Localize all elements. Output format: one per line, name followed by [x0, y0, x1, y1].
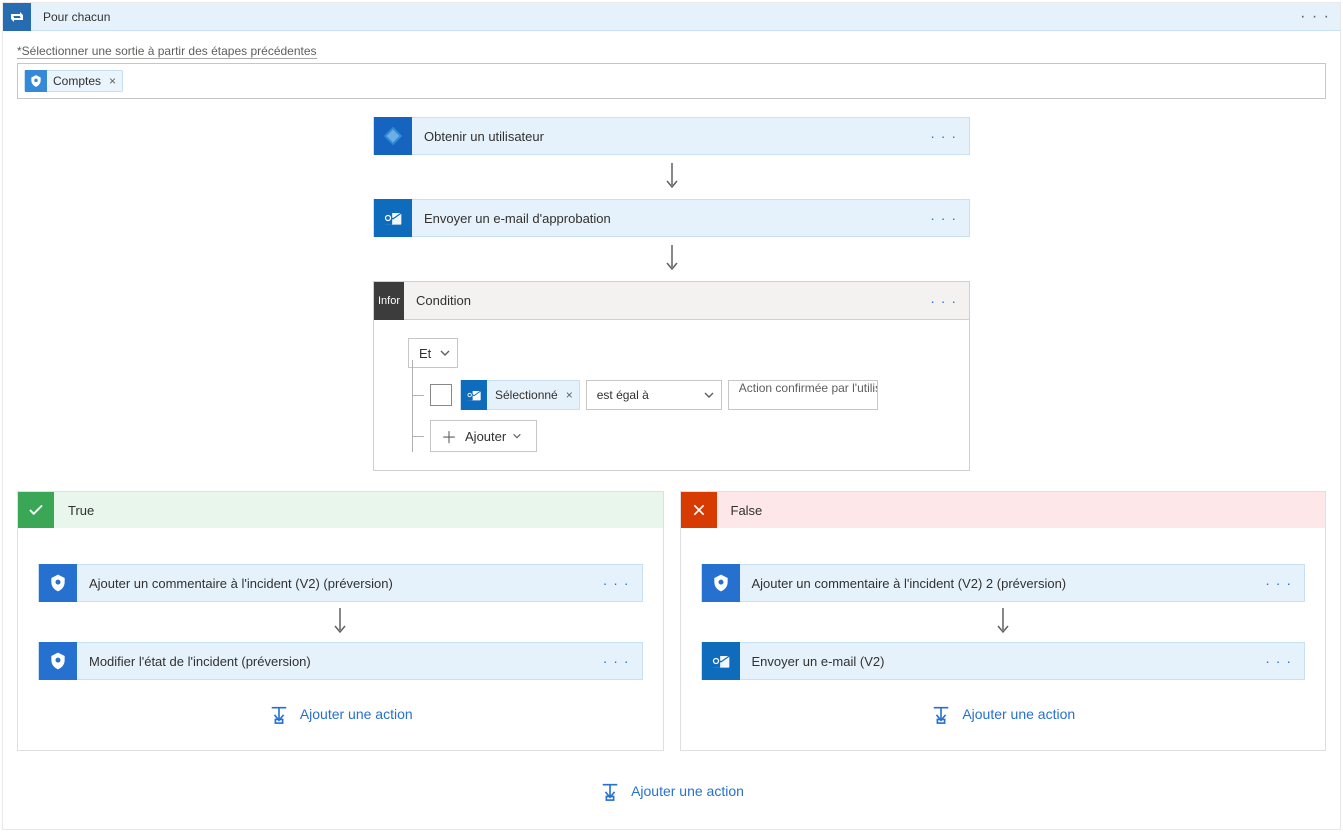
outlook-icon — [461, 380, 487, 410]
loop-icon — [3, 3, 31, 31]
step-menu[interactable]: · · · — [591, 653, 642, 669]
select-output-label: *Sélectionner une sortie à partir des ét… — [17, 44, 317, 59]
step-menu[interactable]: · · · — [1253, 575, 1304, 591]
sentinel-icon — [702, 564, 740, 602]
foreach-add-action[interactable]: Ajouter une action — [599, 781, 744, 801]
operator-label: est égal à — [597, 388, 649, 402]
step-title: Modifier l'état de l'incident (préversio… — [77, 654, 311, 669]
false-step-2[interactable]: Envoyer un e-mail (V2) · · · — [701, 642, 1306, 680]
logic-operator-label: Et — [419, 346, 431, 361]
token-remove[interactable]: × — [566, 388, 579, 402]
insert-action-icon — [268, 704, 290, 724]
true-branch-header[interactable]: True — [18, 492, 663, 528]
plus-icon: ＋ — [441, 424, 457, 448]
chevron-down-icon — [512, 431, 522, 441]
foreach-menu-button[interactable]: · · · — [1290, 8, 1340, 26]
logic-operator-select[interactable]: Et — [408, 338, 458, 368]
rule-checkbox[interactable] — [430, 384, 452, 406]
step-title: Obtenir un utilisateur — [412, 129, 544, 144]
false-branch: False Ajouter un commentaire à l'inciden… — [680, 491, 1327, 751]
condition-tag-icon: Infor — [374, 282, 404, 320]
step-title: Envoyer un e-mail (V2) — [740, 654, 885, 669]
true-step-1[interactable]: Ajouter un commentaire à l'incident (V2)… — [38, 564, 643, 602]
condition-header[interactable]: Infor Condition · · · — [374, 282, 969, 320]
false-add-action[interactable]: Ajouter une action — [930, 704, 1075, 724]
main-flow: Obtenir un utilisateur · · · Envoyer un … — [17, 117, 1326, 809]
step-title: Envoyer un e-mail d'approbation — [412, 211, 611, 226]
add-rule-row: ＋ Ajouter — [408, 420, 941, 452]
add-rule-label: Ajouter — [465, 429, 506, 444]
true-add-action[interactable]: Ajouter une action — [268, 704, 413, 724]
true-branch: True Ajouter un commentaire à l'incident… — [17, 491, 664, 751]
foreach-header[interactable]: Pour chacun · · · — [3, 3, 1340, 31]
false-branch-header[interactable]: False — [681, 492, 1326, 528]
outlook-icon — [702, 642, 740, 680]
step-menu[interactable]: · · · — [1253, 653, 1304, 669]
sentinel-icon — [25, 70, 47, 92]
bottom-add-row: Ajouter une action — [599, 781, 744, 801]
connector-arrow — [664, 245, 680, 273]
comparison-operator-select[interactable]: est égal à — [586, 380, 722, 410]
insert-action-icon — [599, 781, 621, 801]
sentinel-icon — [39, 642, 77, 680]
add-action-label: Ajouter une action — [631, 783, 744, 799]
step-get-user[interactable]: Obtenir un utilisateur · · · — [373, 117, 970, 155]
insert-action-icon — [930, 704, 952, 724]
token-comptes[interactable]: Comptes × — [24, 70, 123, 92]
chevron-down-icon — [703, 389, 715, 401]
step-title: Ajouter un commentaire à l'incident (V2)… — [77, 576, 393, 591]
condition-body: Et Sélectionné × — [374, 320, 969, 470]
condition-card: Infor Condition · · · Et — [373, 281, 970, 471]
check-icon — [18, 492, 54, 528]
add-action-label: Ajouter une action — [962, 706, 1075, 722]
step-menu[interactable]: · · · — [918, 210, 969, 226]
foreach-container: Pour chacun · · · *Sélectionner une sort… — [2, 2, 1341, 830]
step-menu[interactable]: · · · — [918, 128, 969, 144]
connector-arrow — [995, 608, 1011, 636]
output-token-box[interactable]: Comptes × — [17, 63, 1326, 99]
outlook-icon — [374, 199, 412, 237]
token-label: Sélectionné — [487, 388, 566, 402]
false-branch-body: Ajouter un commentaire à l'incident (V2)… — [681, 528, 1326, 750]
sentinel-icon — [39, 564, 77, 602]
add-action-label: Ajouter une action — [300, 706, 413, 722]
condition-branches: True Ajouter un commentaire à l'incident… — [17, 491, 1326, 751]
connector-arrow — [664, 163, 680, 191]
condition-rule-row: Sélectionné × est égal à Action confirmé… — [408, 380, 941, 410]
step-send-approval[interactable]: Envoyer un e-mail d'approbation · · · — [373, 199, 970, 237]
true-step-2[interactable]: Modifier l'état de l'incident (préversio… — [38, 642, 643, 680]
true-branch-body: Ajouter un commentaire à l'incident (V2)… — [18, 528, 663, 750]
add-rule-button[interactable]: ＋ Ajouter — [430, 420, 537, 452]
step-menu[interactable]: · · · — [591, 575, 642, 591]
connector-arrow — [332, 608, 348, 636]
tree-line — [408, 420, 430, 452]
true-branch-title: True — [54, 503, 94, 518]
comparison-value-input[interactable]: Action confirmée par l'utilisateur — [728, 380, 878, 410]
false-branch-title: False — [717, 503, 763, 518]
condition-menu[interactable]: · · · — [918, 293, 969, 309]
close-icon — [681, 492, 717, 528]
false-step-1[interactable]: Ajouter un commentaire à l'incident (V2)… — [701, 564, 1306, 602]
foreach-title: Pour chacun — [31, 10, 110, 24]
selected-option-token[interactable]: Sélectionné × — [460, 380, 580, 410]
condition-title: Condition — [404, 293, 471, 308]
chevron-down-icon — [439, 347, 451, 359]
azure-ad-icon — [374, 117, 412, 155]
step-title: Ajouter un commentaire à l'incident (V2)… — [740, 576, 1067, 591]
foreach-body: *Sélectionner une sortie à partir des ét… — [3, 31, 1340, 829]
token-label: Comptes — [53, 74, 101, 88]
token-remove[interactable]: × — [109, 74, 116, 88]
